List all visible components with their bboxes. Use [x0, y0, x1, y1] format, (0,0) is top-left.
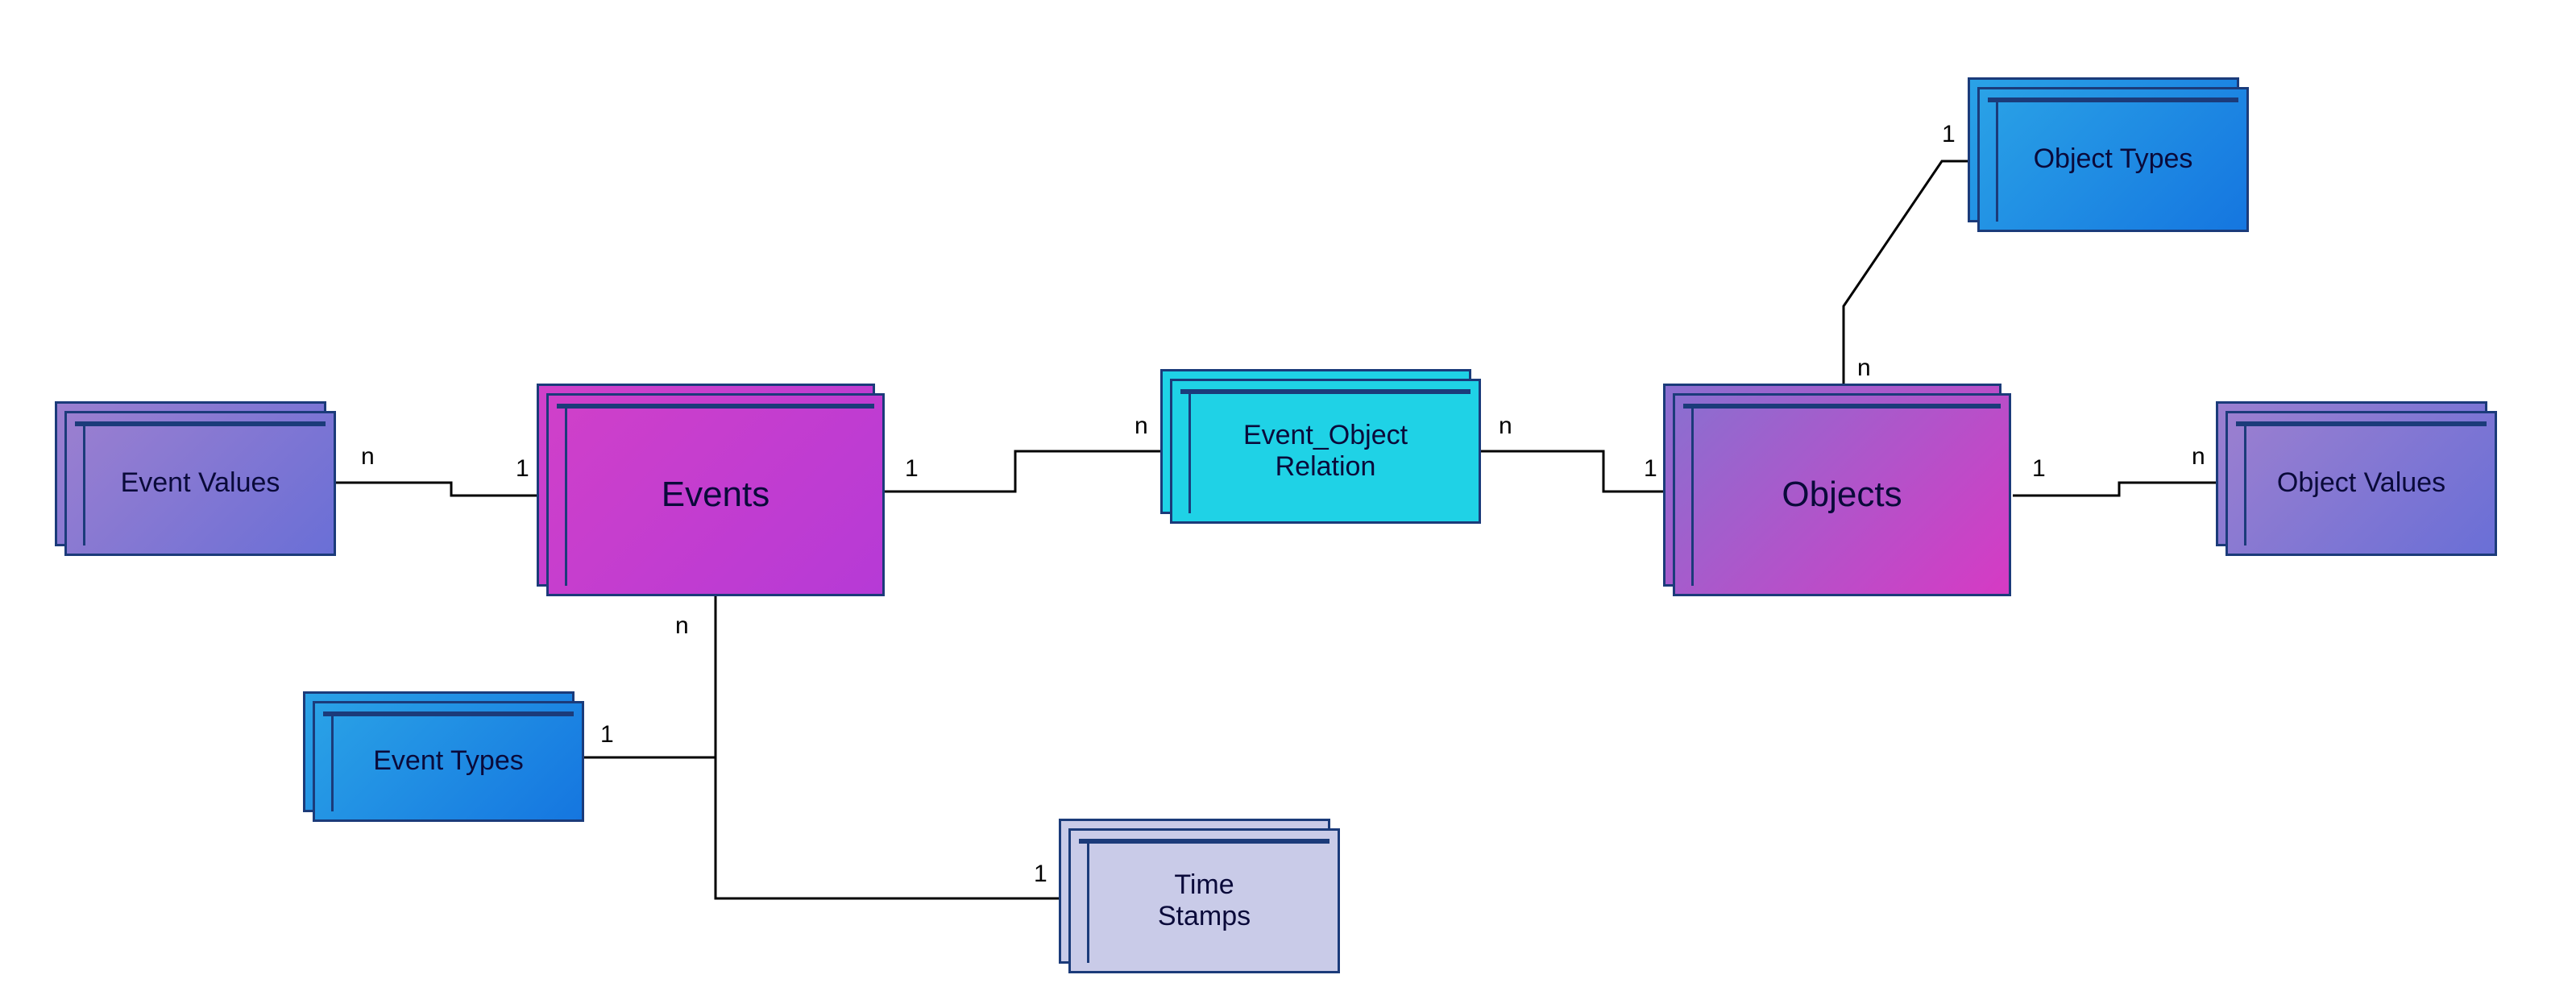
- entity-label: Time Stamps: [1158, 869, 1251, 932]
- card-event-types-1: 1: [600, 721, 614, 749]
- card-objects-left-1: 1: [1644, 455, 1657, 483]
- card-events-right-1: 1: [905, 455, 919, 483]
- card-object-types-1: 1: [1942, 121, 1956, 148]
- entity-object-values: Object Values: [2225, 411, 2497, 556]
- entity-label: Object Values: [2277, 467, 2445, 499]
- entity-label: Object Types: [2034, 143, 2193, 175]
- entity-label: Events: [662, 475, 770, 516]
- entity-objects: Objects: [1673, 393, 2011, 596]
- entity-object-types: Object Types: [1977, 87, 2249, 232]
- entity-event-values: Event Values: [64, 411, 336, 556]
- entity-label: Event Types: [373, 745, 524, 777]
- entity-label: Event_Object Relation: [1243, 420, 1408, 483]
- card-event-values-n: n: [361, 443, 375, 471]
- entity-event-types: Event Types: [313, 701, 584, 822]
- entity-time-stamps: Time Stamps: [1068, 828, 1340, 973]
- card-object-values-n: n: [2192, 443, 2205, 471]
- card-eor-left-n: n: [1135, 413, 1148, 440]
- entity-events: Events: [546, 393, 885, 596]
- card-time-stamps-1: 1: [1034, 861, 1047, 888]
- entity-label: Event Values: [121, 467, 280, 499]
- card-events-bottom-n: n: [675, 612, 689, 640]
- card-events-left-1: 1: [516, 455, 529, 483]
- card-objects-right-1: 1: [2032, 455, 2046, 483]
- entity-label: Objects: [1782, 475, 1902, 516]
- card-objects-top-n: n: [1857, 355, 1871, 382]
- card-eor-right-n: n: [1499, 413, 1512, 440]
- entity-event-object-relation: Event_Object Relation: [1170, 379, 1481, 524]
- er-diagram-canvas: n 1 1 n n 1 1 n n 1 n 1 1 Event Values E…: [0, 0, 2576, 1008]
